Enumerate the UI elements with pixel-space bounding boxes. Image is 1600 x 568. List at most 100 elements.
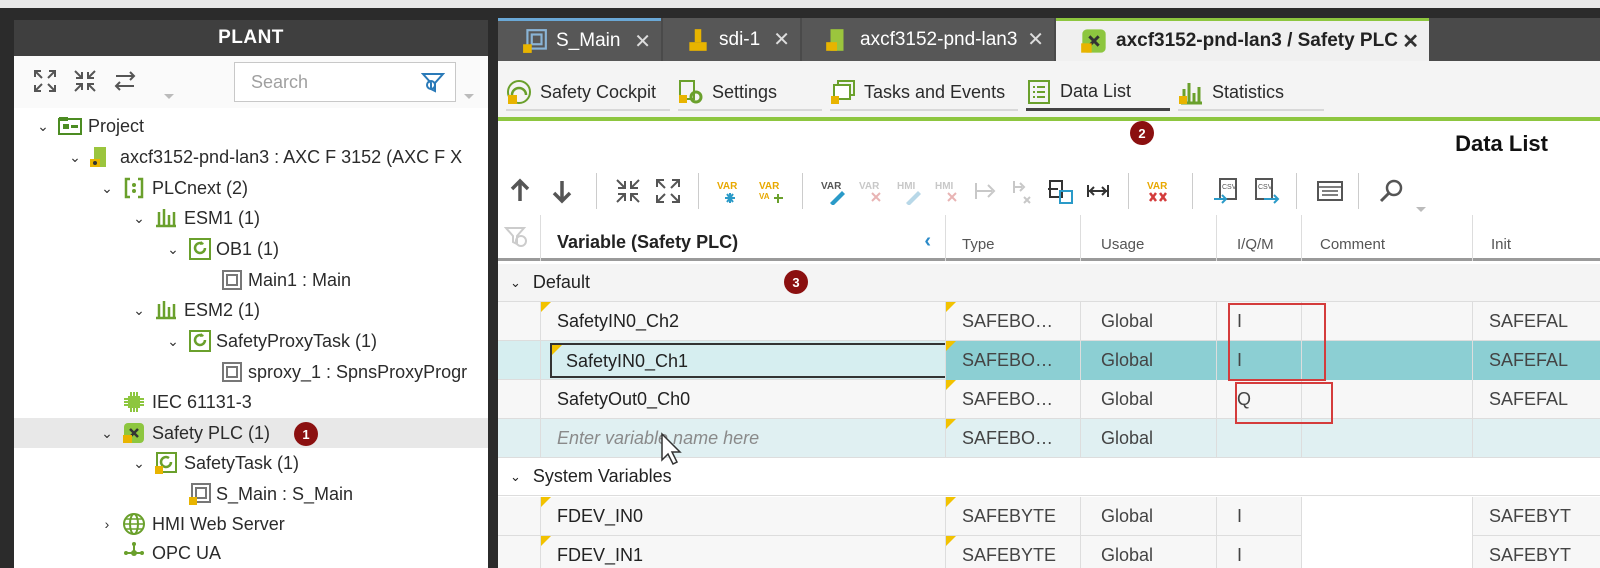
chevron-down-icon[interactable]: ⌄ <box>98 424 116 442</box>
add-variables-icon[interactable]: VARVA <box>758 177 786 205</box>
name-edit-field[interactable]: SafetyIN0_Ch1 <box>550 343 954 378</box>
cell-init[interactable]: SAFEBYT <box>1472 536 1600 568</box>
cell-iqm[interactable]: I <box>1216 536 1301 568</box>
table-row[interactable]: SafetyOut0_Ch0 SAFEBO… Global Q SAFEFAL <box>498 380 1600 419</box>
sync-arrows-icon[interactable] <box>112 68 138 94</box>
chevron-down-icon[interactable]: ⌄ <box>130 454 148 472</box>
new-variable-input[interactable]: Enter variable name here <box>540 419 945 458</box>
filter-disabled-icon[interactable] <box>504 225 530 251</box>
cell-comment[interactable] <box>1301 536 1472 568</box>
search-input[interactable] <box>251 71 411 93</box>
cell-usage[interactable]: Global <box>1080 302 1216 341</box>
cell-usage[interactable]: Global <box>1080 536 1216 568</box>
cell-iqm[interactable]: I <box>1216 497 1301 536</box>
cell-name[interactable]: SafetyIN0_Ch2 <box>540 302 945 341</box>
cell-name[interactable]: FDEV_IN0 <box>540 497 945 536</box>
column-header-iqm[interactable]: I/Q/M <box>1216 215 1301 261</box>
column-header-variable[interactable]: Variable (Safety PLC) ‹ <box>540 215 945 261</box>
table-row-selected[interactable]: SafetyIN0_Ch1 SAFEBO… Global I SAFEFAL <box>498 341 1600 380</box>
tab-s-main[interactable]: S_Main ✕ <box>498 18 661 61</box>
close-icon[interactable]: ✕ <box>634 29 651 54</box>
tree-item-hmi-web-server[interactable]: › HMI Web Server <box>14 509 488 539</box>
subtab-data-list[interactable]: Data List <box>1026 75 1170 111</box>
cell-name[interactable]: FDEV_IN1 <box>540 536 945 568</box>
subtab-statistics[interactable]: Statistics <box>1178 75 1324 111</box>
table-row[interactable]: FDEV_IN1 SAFEBYTE Global I SAFEBYT <box>498 536 1600 568</box>
cell-comment[interactable] <box>1301 341 1472 380</box>
toolbar-dropdown-icon[interactable] <box>164 94 174 99</box>
collapse-column-icon[interactable]: ‹ <box>924 230 931 253</box>
cell-init[interactable]: SAFEFAL <box>1472 341 1600 380</box>
column-header-init[interactable]: Init <box>1472 215 1600 261</box>
connect-disabled-icon[interactable] <box>972 177 1000 205</box>
delete-all-variables-icon[interactable]: VAR <box>1146 177 1174 205</box>
port-mapping-icon[interactable] <box>1084 177 1112 205</box>
cell-type[interactable]: SAFEBYTE <box>945 536 1080 568</box>
tree-item-ob1[interactable]: ⌄ OB1 (1) <box>14 234 488 264</box>
search-filter-icon[interactable] <box>421 71 445 95</box>
collapse-all-icon[interactable] <box>72 68 98 94</box>
chevron-down-icon[interactable]: ⌄ <box>164 332 182 350</box>
tree-item-esm2[interactable]: ⌄ ESM2 (1) <box>14 295 488 325</box>
edit-hmi-disabled-icon[interactable]: HMI <box>896 177 924 205</box>
group-default[interactable]: ⌄ Default <box>498 264 1600 302</box>
search-box[interactable] <box>234 62 456 102</box>
expand-all-icon[interactable] <box>654 177 682 205</box>
chevron-down-icon[interactable]: ⌄ <box>510 275 521 291</box>
add-variable-icon[interactable]: VAR <box>716 177 744 205</box>
edit-variable-icon[interactable]: VAR <box>820 177 848 205</box>
close-icon[interactable]: ✕ <box>1402 29 1419 54</box>
export-csv-icon[interactable]: CSV <box>1252 177 1280 205</box>
cell-type[interactable]: SAFEBO… <box>945 341 1080 380</box>
tree-item-project[interactable]: ⌄ Project <box>14 111 488 141</box>
table-row[interactable]: FDEV_IN0 SAFEBYTE Global I SAFEBYT <box>498 497 1600 536</box>
chevron-down-icon[interactable]: ⌄ <box>98 179 116 197</box>
chevron-down-icon[interactable]: ⌄ <box>34 117 52 135</box>
import-csv-icon[interactable]: CSV <box>1212 177 1240 205</box>
disconnect-disabled-icon[interactable] <box>1008 177 1036 205</box>
cell-usage[interactable]: Global <box>1080 497 1216 536</box>
close-icon[interactable]: ✕ <box>773 27 790 52</box>
cell-init[interactable]: SAFEBYT <box>1472 497 1600 536</box>
search-dropdown-icon[interactable] <box>464 94 474 99</box>
cell-type[interactable]: SAFEBO… <box>945 380 1080 419</box>
cell-usage[interactable]: Global <box>1080 380 1216 419</box>
search-dropdown-icon[interactable] <box>1416 207 1426 212</box>
search-icon[interactable] <box>1378 177 1406 205</box>
move-up-icon[interactable] <box>506 177 534 205</box>
cell-name[interactable]: SafetyOut0_Ch0 <box>540 380 945 419</box>
tree-item-sproxy[interactable]: sproxy_1 : SpnsProxyProgr <box>14 357 488 387</box>
panel-splitter[interactable] <box>488 18 498 568</box>
tree-item-safety-plc[interactable]: ⌄ Safety PLC (1) 1 <box>14 418 488 448</box>
cell-usage[interactable]: Global <box>1080 341 1216 380</box>
cell-type[interactable]: SAFEBO… <box>945 302 1080 341</box>
tree-item-s-main[interactable]: S_Main : S_Main <box>14 479 488 509</box>
table-row[interactable]: SafetyIN0_Ch2 SAFEBO… Global I SAFEFAL <box>498 302 1600 341</box>
subtab-tasks-and-events[interactable]: Tasks and Events <box>830 75 1018 111</box>
cell-usage[interactable]: Global <box>1080 419 1216 458</box>
chevron-down-icon[interactable]: ⌄ <box>164 240 182 258</box>
close-icon[interactable]: ✕ <box>1027 27 1044 52</box>
delete-variable-disabled-icon[interactable]: VAR <box>858 177 886 205</box>
column-header-usage[interactable]: Usage <box>1080 215 1216 261</box>
column-header-type[interactable]: Type <box>945 215 1080 261</box>
cell-comment[interactable] <box>1301 497 1472 536</box>
expand-all-icon[interactable] <box>32 68 58 94</box>
tree-item-plcnext[interactable]: ⌄ PLCnext (2) <box>14 173 488 203</box>
subtab-settings[interactable]: Settings <box>678 75 822 111</box>
tree-item-safetytask[interactable]: ⌄ SafetyTask (1) <box>14 448 488 478</box>
column-chooser-icon[interactable] <box>1316 177 1344 205</box>
chevron-down-icon[interactable]: ⌄ <box>66 148 84 166</box>
cell-init[interactable] <box>1472 419 1600 458</box>
collapse-all-icon[interactable] <box>614 177 642 205</box>
paste-mapping-icon[interactable] <box>1046 177 1074 205</box>
cell-type[interactable]: SAFEBO… <box>945 419 1080 458</box>
move-down-icon[interactable] <box>548 177 576 205</box>
tab-safety-plc[interactable]: axcf3152-pnd-lan3 / Safety PLC ✕ <box>1056 18 1429 61</box>
delete-hmi-disabled-icon[interactable]: HMI <box>934 177 962 205</box>
cell-type[interactable]: SAFEBYTE <box>945 497 1080 536</box>
subtab-safety-cockpit[interactable]: Safety Cockpit <box>506 75 670 111</box>
tree-item-opc-ua[interactable]: OPC UA <box>14 538 488 568</box>
tree-item-safetyproxytask[interactable]: ⌄ SafetyProxyTask (1) <box>14 326 488 356</box>
tree-item-iec[interactable]: IEC 61131-3 <box>14 387 488 417</box>
